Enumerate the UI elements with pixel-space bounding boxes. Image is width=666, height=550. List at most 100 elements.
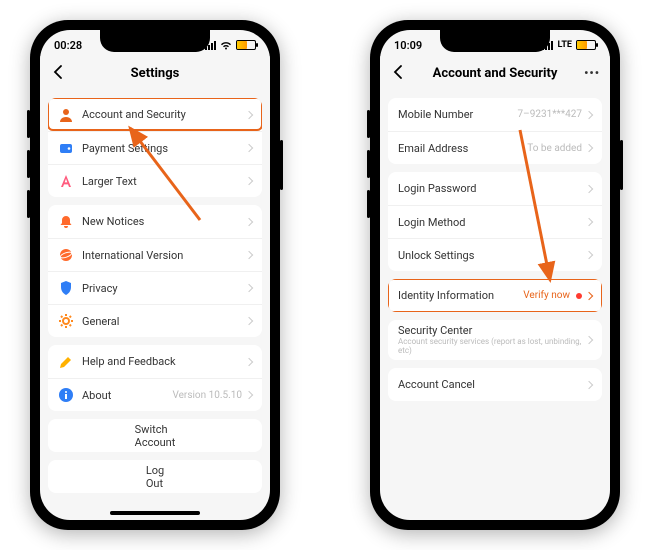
row-log-out[interactable]: Log Out (48, 460, 262, 493)
row-label: Login Password (398, 182, 586, 195)
pencil-icon (58, 354, 74, 370)
row-label: Security Center (398, 324, 586, 337)
chevron-right-icon (585, 380, 593, 388)
screen-left: 00:28 Settings (40, 30, 270, 520)
chevron-right-icon (585, 218, 593, 226)
globe-icon (58, 247, 74, 263)
home-indicator (110, 511, 200, 515)
chevron-right-icon (585, 291, 593, 299)
back-button[interactable] (50, 64, 66, 80)
screen-right: 10:09 LTE Account and Security ••• Mobil… (380, 30, 610, 520)
row-login-password[interactable]: Login Password (388, 172, 602, 205)
row-label: Unlock Settings (398, 249, 586, 262)
row-general[interactable]: General (48, 304, 262, 337)
row-account-security[interactable]: Account and Security (48, 98, 262, 131)
phone-frame-right: 10:09 LTE Account and Security ••• Mobil… (370, 20, 620, 530)
chevron-right-icon (245, 317, 253, 325)
row-privacy[interactable]: Privacy (48, 271, 262, 304)
row-label: General (82, 315, 246, 328)
lte-label: LTE (557, 40, 572, 50)
status-time: 10:09 (394, 39, 422, 52)
group: Identity Information Verify now (388, 279, 602, 312)
chevron-right-icon (245, 144, 253, 152)
chevron-right-icon (585, 336, 593, 344)
row-about[interactable]: About Version 10.5.10 (48, 378, 262, 411)
chevron-right-icon (585, 110, 593, 118)
row-login-method[interactable]: Login Method (388, 205, 602, 238)
row-subtitle: Account security services (report as los… (398, 338, 586, 356)
row-label: Identity Information (398, 289, 523, 302)
bell-icon (58, 214, 74, 230)
group: Help and Feedback About Version 10.5.10 (48, 345, 262, 411)
row-unlock-settings[interactable]: Unlock Settings (388, 238, 602, 271)
chevron-right-icon (245, 251, 253, 259)
chevron-right-icon (245, 391, 253, 399)
content-right: Mobile Number 7–9231***427 Email Address… (380, 98, 610, 409)
user-icon (58, 107, 74, 123)
row-value: Version 10.5.10 (172, 390, 242, 401)
row-new-notices[interactable]: New Notices (48, 205, 262, 238)
phone-frame-left: 00:28 Settings (30, 20, 280, 530)
group: Account Cancel (388, 368, 602, 401)
chevron-right-icon (585, 184, 593, 192)
text-icon (58, 173, 74, 189)
row-label: Privacy (82, 282, 246, 295)
row-international[interactable]: International Version (48, 238, 262, 271)
row-mobile-number[interactable]: Mobile Number 7–9231***427 (388, 98, 602, 131)
row-label: Payment Settings (82, 142, 246, 155)
group: Mobile Number 7–9231***427 Email Address… (388, 98, 602, 164)
wifi-icon (220, 41, 232, 50)
battery-icon (576, 40, 596, 50)
wallet-icon (58, 140, 74, 156)
group: Security Center Account security service… (388, 320, 602, 360)
row-label: Email Address (398, 142, 527, 155)
chevron-right-icon (245, 110, 253, 118)
alert-dot-icon (576, 293, 582, 299)
group: Switch Account (48, 419, 262, 452)
status-right: LTE (542, 40, 596, 50)
row-label: Log Out (146, 464, 164, 490)
row-label: Account Cancel (398, 378, 586, 391)
group: New Notices International Version (48, 205, 262, 337)
row-identity-information[interactable]: Identity Information Verify now (388, 279, 602, 312)
status-time: 00:28 (54, 39, 82, 52)
more-button[interactable]: ••• (584, 66, 600, 80)
row-security-center[interactable]: Security Center Account security service… (388, 320, 602, 360)
chevron-right-icon (245, 177, 253, 185)
row-label: About (82, 389, 172, 402)
row-label: Account and Security (82, 108, 246, 121)
row-switch-account[interactable]: Switch Account (48, 419, 262, 452)
row-label: New Notices (82, 215, 246, 228)
page-title: Settings (131, 66, 180, 81)
group: Log Out (48, 460, 262, 493)
shield-icon (58, 280, 74, 296)
row-label: Larger Text (82, 175, 246, 188)
row-label: Login Method (398, 216, 586, 229)
notch (100, 30, 210, 52)
content-left: Account and Security Payment Settings (40, 98, 270, 501)
nav-bar: Account and Security ••• (380, 56, 610, 90)
chevron-right-icon (585, 251, 593, 259)
row-help-feedback[interactable]: Help and Feedback (48, 345, 262, 378)
page-title: Account and Security (433, 66, 558, 81)
group: Account and Security Payment Settings (48, 98, 262, 197)
chevron-right-icon (245, 217, 253, 225)
row-value: Verify now (523, 290, 570, 301)
notch (440, 30, 550, 52)
row-label: Help and Feedback (82, 355, 246, 368)
info-icon (58, 387, 74, 403)
row-account-cancel[interactable]: Account Cancel (388, 368, 602, 401)
back-button[interactable] (390, 64, 406, 80)
gear-icon (58, 313, 74, 329)
row-value: 7–9231***427 (518, 109, 582, 120)
nav-bar: Settings (40, 56, 270, 90)
group: Login Password Login Method Unlock Setti… (388, 172, 602, 271)
row-larger-text[interactable]: Larger Text (48, 164, 262, 197)
chevron-right-icon (245, 357, 253, 365)
status-right (205, 40, 256, 50)
row-label: Mobile Number (398, 108, 518, 121)
row-email-address[interactable]: Email Address To be added (388, 131, 602, 164)
battery-icon (236, 40, 256, 50)
row-payment-settings[interactable]: Payment Settings (48, 131, 262, 164)
row-label: International Version (82, 249, 246, 262)
